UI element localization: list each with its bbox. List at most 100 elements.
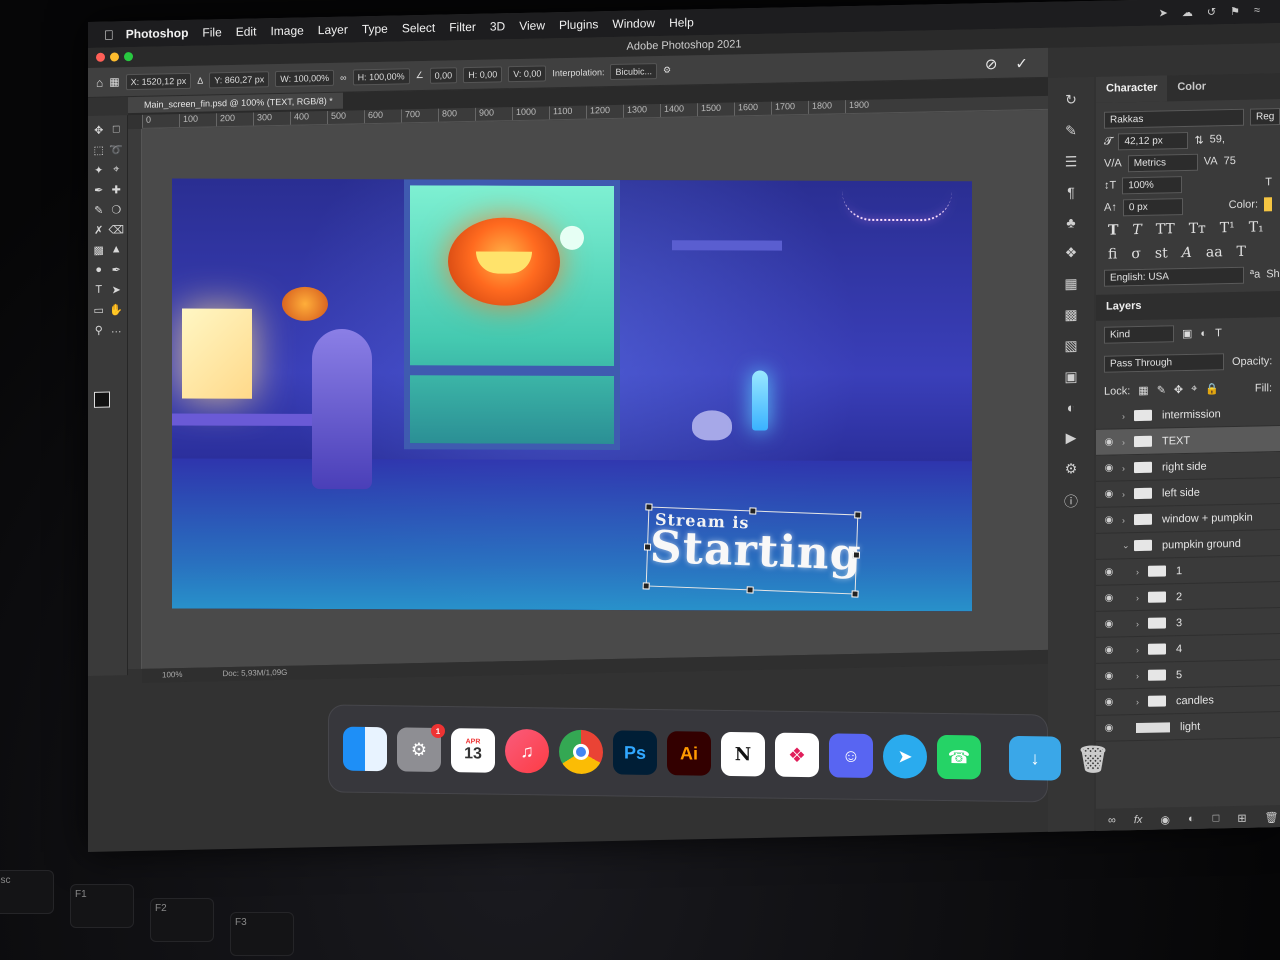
layer-row[interactable]: ◉ › left side: [1096, 478, 1280, 508]
chevron-right-icon[interactable]: ›: [1122, 463, 1134, 473]
key-esc[interactable]: esc: [0, 870, 54, 914]
shape-tool-icon[interactable]: ▭: [90, 304, 108, 324]
time-machine-icon[interactable]: ↺: [1207, 5, 1216, 18]
new-group-icon[interactable]: □: [1213, 812, 1220, 828]
link-layers-icon[interactable]: ∞: [1108, 814, 1116, 830]
artwork-canvas[interactable]: Stream is Starting: [172, 178, 972, 612]
path-select-icon[interactable]: ➤: [108, 283, 126, 303]
layer-row[interactable]: › intermission: [1096, 400, 1280, 430]
chevron-right-icon[interactable]: ›: [1136, 592, 1148, 602]
reference-point-icon[interactable]: ▦: [109, 75, 119, 88]
dodge-tool-icon[interactable]: ●: [90, 264, 108, 284]
menu-filter[interactable]: Filter: [449, 20, 476, 35]
layer-row[interactable]: ⌄ pumpkin ground: [1096, 530, 1280, 560]
vskew-field[interactable]: V: 0,00: [508, 64, 547, 82]
faux-italic-icon[interactable]: T: [1132, 222, 1141, 238]
gradients-panel-icon[interactable]: ▩: [1064, 306, 1077, 323]
more-tools-icon[interactable]: …: [108, 323, 126, 343]
discretionary-icon[interactable]: σ: [1131, 246, 1141, 262]
font-family-select[interactable]: Rakkas: [1104, 108, 1244, 129]
interpolation-select[interactable]: Bicubic...: [610, 62, 657, 80]
menu-help[interactable]: Help: [669, 15, 694, 30]
chevron-right-icon[interactable]: ›: [1136, 618, 1148, 628]
y-field[interactable]: Y: 860,27 px: [209, 70, 270, 88]
creative-cloud-icon[interactable]: ☁: [1182, 5, 1193, 18]
titling-icon[interactable]: T: [1237, 244, 1246, 260]
stamp-tool-icon[interactable]: ❍: [108, 203, 126, 223]
music-icon[interactable]: ♫: [505, 728, 549, 774]
language-select[interactable]: English: USA: [1104, 266, 1244, 287]
eye-icon[interactable]: ◉: [1096, 644, 1122, 656]
whatsapp-icon[interactable]: ☎: [937, 734, 981, 780]
zoom-tool-icon[interactable]: ⚲: [90, 324, 108, 344]
actions-panel-icon[interactable]: ▶: [1066, 429, 1077, 446]
patterns-panel-icon[interactable]: ▧: [1064, 337, 1077, 354]
chevron-right-icon[interactable]: ›: [1136, 566, 1148, 576]
zoom-level[interactable]: 100%: [162, 668, 182, 682]
layer-row[interactable]: ◉ › 4: [1096, 634, 1280, 664]
maximize-icon[interactable]: [124, 52, 133, 62]
chevron-right-icon[interactable]: ›: [1136, 644, 1148, 654]
downloads-folder-icon[interactable]: ↓: [1009, 735, 1061, 781]
key-f3[interactable]: F3: [230, 912, 294, 956]
eraser-tool-icon[interactable]: ⌫: [108, 223, 126, 243]
properties-panel-icon[interactable]: ▣: [1064, 368, 1077, 385]
brush-panel-icon[interactable]: ✎: [1065, 122, 1077, 139]
marquee-tool-icon[interactable]: ⬚: [90, 144, 108, 164]
notion-icon[interactable]: N: [721, 731, 765, 777]
apple-icon[interactable]: : [104, 27, 114, 42]
eyedropper-icon[interactable]: ✒: [90, 184, 108, 204]
layer-kind-select[interactable]: Kind: [1104, 325, 1174, 344]
font-style-select[interactable]: Reg: [1250, 107, 1280, 126]
lock-artboard-icon[interactable]: ⌖: [1191, 383, 1197, 396]
eye-icon[interactable]: ◉: [1096, 670, 1122, 682]
tab-color[interactable]: Color: [1167, 74, 1216, 101]
menu-window[interactable]: Window: [612, 16, 655, 31]
angle-field[interactable]: 0,00: [429, 66, 458, 84]
type-tool-icon[interactable]: T: [90, 284, 108, 304]
discord-icon[interactable]: ☺: [829, 733, 873, 779]
eye-icon[interactable]: ◉: [1096, 514, 1122, 526]
key-f2[interactable]: F2: [150, 898, 214, 942]
menu-select[interactable]: Select: [402, 21, 435, 36]
small-caps-icon[interactable]: Tт: [1189, 221, 1206, 237]
layer-row[interactable]: ◉ › window + pumpkin: [1096, 504, 1280, 534]
menu-type[interactable]: Type: [362, 22, 388, 37]
canvas-area[interactable]: Stream is Starting: [142, 109, 1048, 669]
tracking-value[interactable]: 75: [1224, 155, 1236, 167]
layers-panel-title[interactable]: Layers: [1096, 291, 1280, 321]
blend-mode-select[interactable]: Pass Through: [1104, 353, 1224, 373]
layer-row[interactable]: ◉ › 5: [1096, 660, 1280, 690]
eye-icon[interactable]: ◉: [1096, 566, 1122, 578]
tab-character[interactable]: Character: [1096, 75, 1168, 103]
baseline-shift-field[interactable]: 0 px: [1122, 197, 1183, 216]
eye-icon[interactable]: ◉: [1096, 462, 1122, 474]
eye-icon[interactable]: ◉: [1096, 436, 1122, 448]
chevron-right-icon[interactable]: ›: [1122, 411, 1134, 421]
visibility-icon-off[interactable]: [1096, 416, 1122, 417]
lasso-tool-icon[interactable]: ➰: [108, 143, 126, 163]
document-tab[interactable]: Main_screen_fin.psd @ 100% (TEXT, RGB/8)…: [128, 92, 343, 114]
commit-transform-icon[interactable]: ✓: [1015, 54, 1028, 72]
font-size-select[interactable]: 42,12 px: [1118, 131, 1189, 150]
chevron-right-icon[interactable]: ›: [1122, 437, 1134, 447]
lock-all-icon[interactable]: 🔒: [1205, 382, 1219, 395]
blur-tool-icon[interactable]: ▲: [108, 243, 126, 263]
layer-row[interactable]: ◉ › 2: [1096, 582, 1280, 612]
magic-wand-icon[interactable]: ✦: [90, 164, 108, 184]
photoshop-icon[interactable]: Ps: [613, 730, 657, 775]
layer-row-selected[interactable]: ◉ › TEXT: [1096, 426, 1280, 456]
text-transform-box[interactable]: Stream is Starting: [642, 503, 862, 598]
brush-tool-icon[interactable]: ✎: [90, 204, 108, 224]
text-color-swatch[interactable]: [1264, 197, 1272, 212]
menu-file[interactable]: File: [202, 25, 221, 39]
hand-tool-icon[interactable]: ✋: [108, 303, 126, 323]
transform-handle[interactable]: [642, 582, 650, 590]
layer-row[interactable]: ◉ › candles: [1096, 686, 1280, 716]
artboard-tool-icon[interactable]: □: [108, 123, 126, 143]
eye-icon[interactable]: ◉: [1096, 696, 1122, 708]
illustrator-icon[interactable]: Ai: [667, 731, 711, 776]
layer-row[interactable]: ◉ › 3: [1096, 608, 1280, 638]
info-panel-icon[interactable]: ⓘ: [1064, 491, 1078, 511]
cancel-transform-icon[interactable]: ⊘: [985, 54, 998, 72]
